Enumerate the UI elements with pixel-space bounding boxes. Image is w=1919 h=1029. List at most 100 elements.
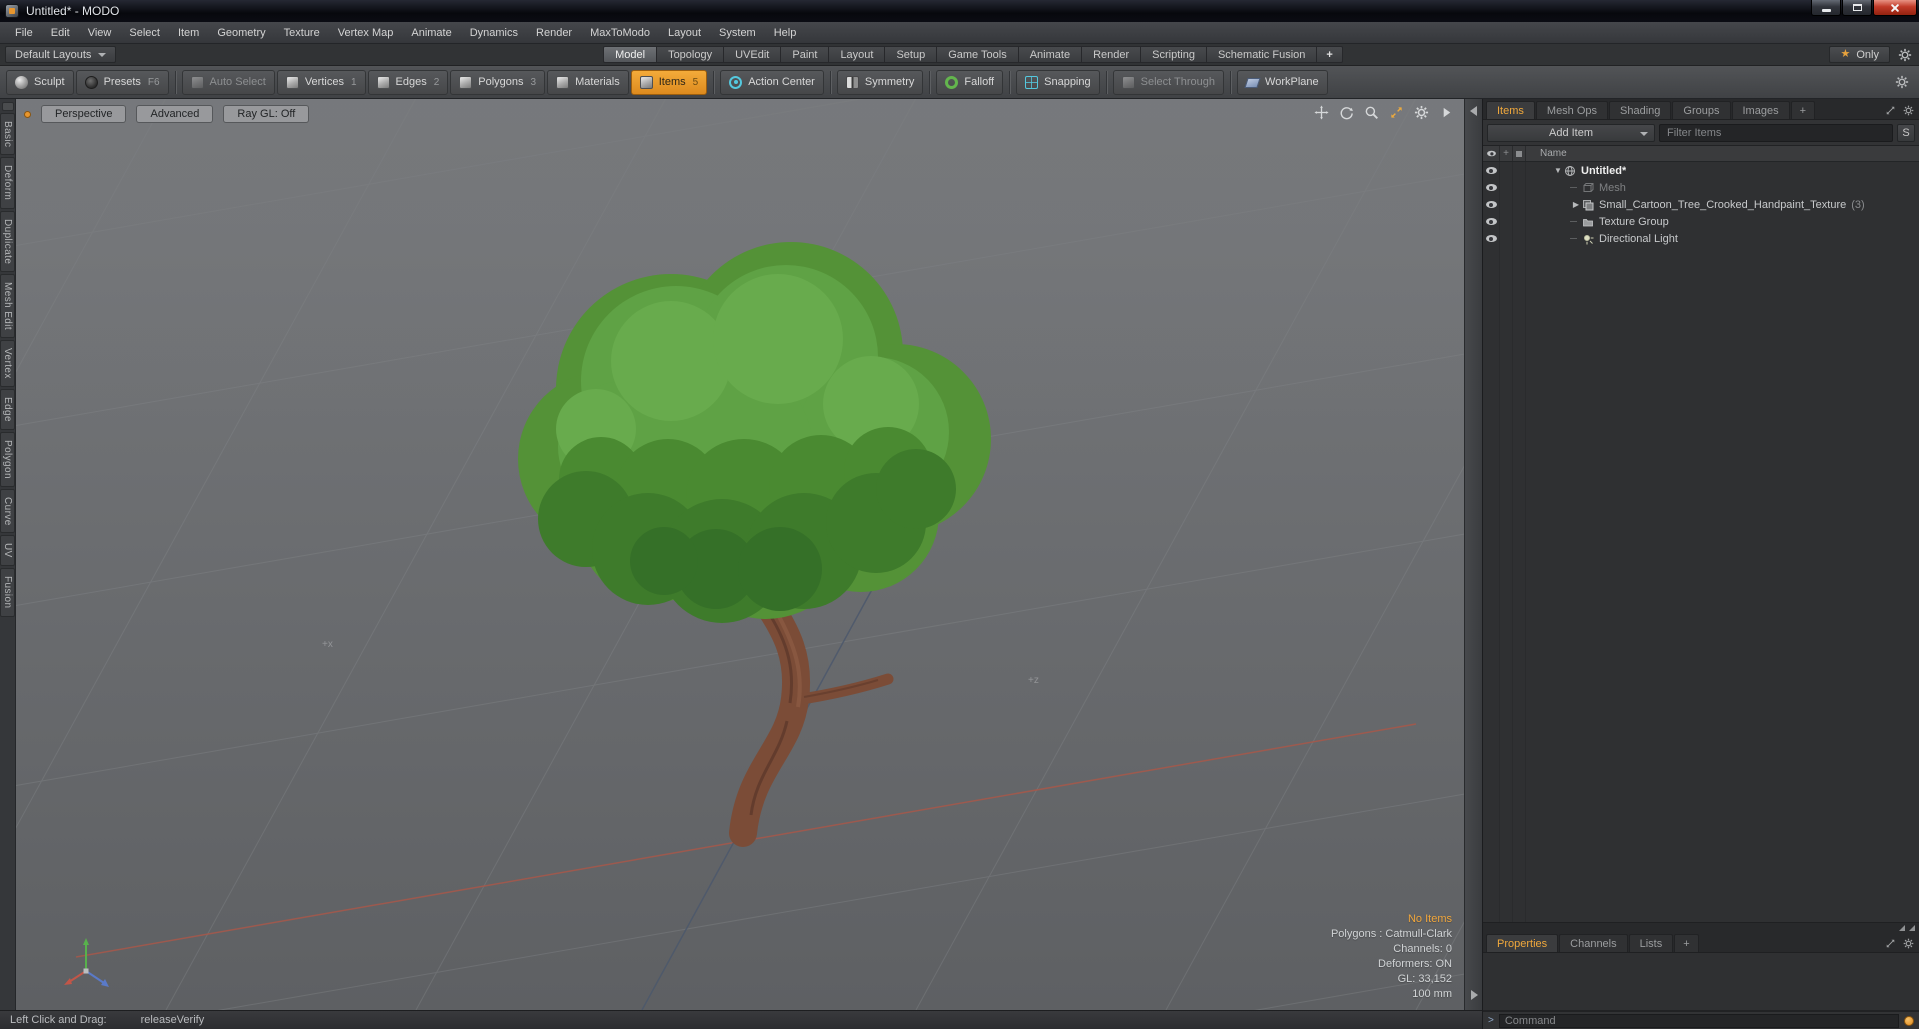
item-row-mesh[interactable]: Mesh <box>1483 179 1919 196</box>
viewport-indicator-dot[interactable] <box>24 110 31 118</box>
viewport-canvas[interactable] <box>16 99 1464 1010</box>
horizontal-scrollbar[interactable] <box>1483 922 1919 932</box>
menu-item-maxtomodo[interactable]: MaxToModo <box>581 22 659 43</box>
minimize-button[interactable] <box>1811 0 1841 16</box>
visibility-column-header[interactable] <box>1483 146 1500 161</box>
side-tab-mesh-edit[interactable]: Mesh Edit <box>0 273 15 339</box>
maximize-button[interactable] <box>1842 0 1872 16</box>
tab-channels[interactable]: Channels <box>1559 934 1628 952</box>
tab-topology[interactable]: Topology <box>657 46 725 63</box>
visibility-toggle[interactable] <box>1483 196 1500 213</box>
menu-item-vertex-map[interactable]: Vertex Map <box>329 22 403 43</box>
auto-select-button[interactable]: Auto Select <box>181 69 275 95</box>
titlebar[interactable]: Untitled* - MODO <box>0 0 1919 22</box>
item-row-untitled[interactable]: ▼ Untitled* <box>1483 162 1919 179</box>
tab-items[interactable]: Items <box>1486 101 1535 119</box>
materials-mode-button[interactable]: Materials <box>547 69 629 95</box>
add-workspace-tab-button[interactable]: + <box>1317 46 1343 63</box>
visibility-toggle[interactable] <box>1483 162 1500 179</box>
collapse-arrow-icon[interactable]: ▼ <box>1552 166 1564 175</box>
flyout-arrow-icon[interactable] <box>1439 105 1454 120</box>
side-tab-uv[interactable]: UV <box>0 535 15 567</box>
perspective-button[interactable]: Perspective <box>41 105 127 123</box>
tab-game-tools[interactable]: Game Tools <box>937 46 1019 63</box>
symmetry-button[interactable]: Symmetry <box>836 69 924 95</box>
item-name-cell[interactable]: Mesh <box>1526 179 1919 196</box>
item-name-cell[interactable]: Texture Group <box>1526 213 1919 230</box>
add-panel-tab-button[interactable]: + <box>1790 101 1816 119</box>
snapping-button[interactable]: Snapping <box>1016 69 1100 95</box>
tag-column-header[interactable] <box>1513 146 1526 161</box>
fit-view-icon[interactable] <box>1389 105 1404 120</box>
menu-item-item[interactable]: Item <box>169 22 208 43</box>
menu-item-layout[interactable]: Layout <box>659 22 710 43</box>
item-row-texture[interactable]: ▶ Small_Cartoon_Tree_Crooked_Handpaint_T… <box>1483 196 1919 213</box>
menu-item-help[interactable]: Help <box>765 22 806 43</box>
filter-items-input[interactable] <box>1659 123 1893 142</box>
item-row-texture-group[interactable]: Texture Group <box>1483 213 1919 230</box>
add-properties-tab-button[interactable]: + <box>1674 934 1699 952</box>
menu-item-system[interactable]: System <box>710 22 765 43</box>
menu-item-geometry[interactable]: Geometry <box>208 22 274 43</box>
item-name-cell[interactable]: ▼ Untitled* <box>1526 162 1919 179</box>
tab-uvedit[interactable]: UVEdit <box>724 46 782 63</box>
expand-panel-icon[interactable] <box>1885 105 1896 116</box>
edges-mode-button[interactable]: Edges 2 <box>367 69 449 95</box>
collapse-left-icon[interactable] <box>1470 106 1477 116</box>
panel-corner-grips[interactable] <box>1899 925 1915 931</box>
visibility-toggle[interactable] <box>1483 213 1500 230</box>
viewport-3d[interactable]: Perspective Advanced Ray GL: Off +x +z N… <box>16 99 1464 1010</box>
close-button[interactable] <box>1873 0 1917 16</box>
polygons-mode-button[interactable]: Polygons 3 <box>450 69 546 95</box>
menu-item-animate[interactable]: Animate <box>402 22 460 43</box>
vertices-mode-button[interactable]: Vertices 1 <box>276 69 366 95</box>
collapse-right-icon[interactable] <box>1471 990 1478 1000</box>
menu-item-texture[interactable]: Texture <box>275 22 329 43</box>
visibility-toggle[interactable] <box>1483 230 1500 247</box>
menu-item-edit[interactable]: Edit <box>42 22 79 43</box>
side-tab-duplicate[interactable]: Duplicate <box>0 210 15 272</box>
gear-icon[interactable] <box>1903 105 1914 116</box>
tab-animate[interactable]: Animate <box>1018 46 1083 63</box>
only-button[interactable]: ★ Only <box>1829 46 1890 63</box>
tab-lists[interactable]: Lists <box>1628 934 1674 952</box>
tab-scripting[interactable]: Scripting <box>1141 46 1207 63</box>
ray-gl-button[interactable]: Ray GL: Off <box>223 105 310 123</box>
item-name-cell[interactable]: ▶ Small_Cartoon_Tree_Crooked_Handpaint_T… <box>1526 196 1919 213</box>
expand-panel-icon[interactable] <box>1885 938 1896 949</box>
tab-shading[interactable]: Shading <box>1609 101 1672 119</box>
zoom-icon[interactable] <box>1364 105 1379 120</box>
workplane-button[interactable]: WorkPlane <box>1237 69 1328 95</box>
tab-strip-grip[interactable] <box>1 102 14 111</box>
falloff-button[interactable]: Falloff <box>936 69 1004 95</box>
pan-icon[interactable] <box>1314 105 1329 120</box>
gear-icon[interactable] <box>1903 938 1914 949</box>
side-tab-polygon[interactable]: Polygon <box>0 431 15 487</box>
side-tab-curve[interactable]: Curve <box>0 488 15 534</box>
tab-paint[interactable]: Paint <box>781 46 830 63</box>
tab-mesh-ops[interactable]: Mesh Ops <box>1535 101 1609 119</box>
tab-schematic-fusion[interactable]: Schematic Fusion <box>1206 46 1318 63</box>
menu-item-view[interactable]: View <box>79 22 121 43</box>
tab-setup[interactable]: Setup <box>885 46 938 63</box>
command-history-icon[interactable] <box>1904 1015 1914 1026</box>
panel-splitter[interactable] <box>1464 99 1482 1010</box>
tab-model[interactable]: Model <box>603 46 658 63</box>
side-tab-edge[interactable]: Edge <box>0 388 15 430</box>
name-column-header[interactable]: Name <box>1526 148 1919 159</box>
visibility-toggle[interactable] <box>1483 179 1500 196</box>
gear-icon[interactable] <box>1898 48 1912 62</box>
gear-icon[interactable] <box>1895 75 1909 89</box>
add-item-button[interactable]: Add Item <box>1487 123 1655 142</box>
menu-item-file[interactable]: File <box>6 22 42 43</box>
tab-images[interactable]: Images <box>1731 101 1790 119</box>
command-input[interactable] <box>1498 1013 1899 1028</box>
menu-item-dynamics[interactable]: Dynamics <box>461 22 527 43</box>
advanced-button[interactable]: Advanced <box>136 105 214 123</box>
side-tab-basic[interactable]: Basic <box>0 113 15 156</box>
items-mode-button[interactable]: Items 5 <box>630 69 708 95</box>
tree-trunk[interactable] <box>729 583 894 847</box>
item-name-cell[interactable]: Directional Light <box>1526 230 1919 247</box>
filter-column-header[interactable]: + <box>1500 146 1513 161</box>
tab-groups[interactable]: Groups <box>1672 101 1731 119</box>
